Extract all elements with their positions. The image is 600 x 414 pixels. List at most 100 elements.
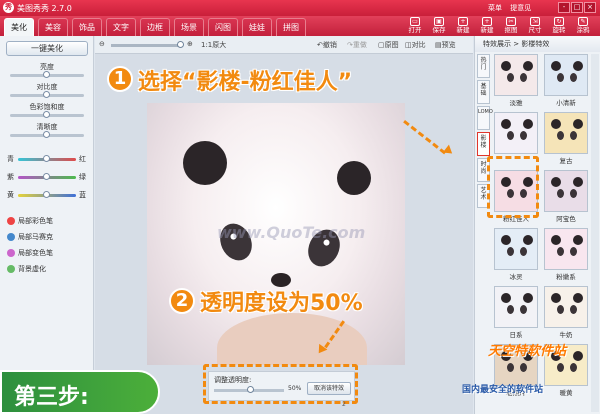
redo-button[interactable]: ↷重做: [347, 40, 367, 50]
effect-thumb[interactable]: 阿宝色: [543, 170, 589, 223]
save-button[interactable]: ▣ 保存: [428, 17, 450, 36]
purple-green-slider[interactable]: [18, 173, 76, 180]
close-button[interactable]: ×: [584, 2, 596, 13]
slider-knob[interactable]: [43, 71, 50, 78]
effect-thumb[interactable]: 复古: [543, 112, 589, 165]
resize-button[interactable]: ⇲ 尺寸: [524, 17, 546, 36]
panda-ear: [501, 235, 511, 245]
new-label: 新建: [480, 26, 494, 34]
highlight-opacity-bar: [203, 364, 358, 404]
tab-text[interactable]: 文字: [106, 18, 136, 36]
effect-thumb-image: [544, 286, 588, 328]
one-click-beautify-button[interactable]: 一键美化: [6, 41, 88, 56]
zoom-out-icon[interactable]: ⊖: [99, 40, 105, 48]
doodle-button[interactable]: ✎ 涂鸦: [572, 17, 594, 36]
partial-color-pen[interactable]: 局部彩色笔: [7, 216, 53, 226]
slider-knob[interactable]: [43, 131, 50, 138]
zoom-slider[interactable]: [111, 41, 184, 48]
zoom-toolbar: ⊖ ⊕ 1:1原大 ↶撤销 ↷重做 ▢原图 ◫对比 ▤预览: [95, 36, 473, 54]
tab-beautify[interactable]: 美化: [4, 18, 34, 36]
new-button[interactable]: + 新建: [452, 17, 474, 36]
panda-eye-patch: [570, 131, 577, 140]
slider-knob[interactable]: [43, 111, 50, 118]
new-icon: +: [458, 17, 468, 26]
effect-thumb-image: [544, 54, 588, 96]
brush-label: 局部变色笔: [18, 249, 53, 257]
step1-instruction: 选择“影楼-粉红佳人”: [138, 70, 353, 95]
panda-ear: [551, 235, 561, 245]
effect-thumb[interactable]: 日系: [493, 286, 539, 339]
cyan-red-slider[interactable]: [18, 155, 76, 162]
left-panel: 一键美化 亮度 对比度 色彩饱和度 清晰度 青 红 紫 绿 黄 蓝 局部彩色笔 …: [0, 36, 94, 414]
rotate-button[interactable]: ↻ 旋转: [548, 17, 570, 36]
panda-ear: [501, 61, 511, 71]
background-blur[interactable]: 背景虚化: [7, 264, 46, 274]
tab-flash[interactable]: 闪图: [208, 18, 238, 36]
menu-link[interactable]: 菜单: [488, 4, 502, 12]
original-button[interactable]: ▢原图: [378, 40, 399, 50]
panda-ear: [523, 235, 533, 245]
credit-mark: 2: [342, 401, 346, 408]
contrast-slider[interactable]: [10, 91, 84, 98]
app-logo-icon: 秀: [3, 2, 14, 13]
panda-eye-patch: [557, 131, 564, 140]
green-label: 绿: [79, 173, 86, 181]
feedback-link[interactable]: 提意见: [510, 4, 531, 12]
effect-thumb-image: [494, 54, 538, 96]
vtab-lomo[interactable]: LOMO: [477, 106, 493, 130]
effect-thumb[interactable]: 淡雅: [493, 54, 539, 107]
effect-thumb[interactable]: 牛奶: [543, 286, 589, 339]
tab-scene[interactable]: 场景: [174, 18, 204, 36]
doodle-label: 涂鸦: [576, 26, 590, 34]
slider-knob[interactable]: [43, 191, 50, 198]
panda-eye-patch: [557, 247, 564, 256]
slider-knob[interactable]: [43, 173, 50, 180]
compare-button[interactable]: ◫对比: [405, 40, 426, 50]
effect-thumb[interactable]: 小清新: [543, 54, 589, 107]
preview-label: 预览: [441, 41, 456, 49]
brightness-slider[interactable]: [10, 71, 84, 78]
effect-label: 牛奶: [559, 331, 573, 339]
effect-thumb-image: [544, 112, 588, 154]
effect-thumb[interactable]: 冰灵: [493, 228, 539, 281]
tab-frame[interactable]: 边框: [140, 18, 170, 36]
zoom-text[interactable]: 1:1原大: [201, 40, 226, 50]
effect-thumb[interactable]: 粉嫩系: [543, 228, 589, 281]
open-button[interactable]: ▭ 打开: [404, 17, 426, 36]
panda-eye-patch: [507, 305, 514, 314]
partial-recolor-pen[interactable]: 局部变色笔: [7, 248, 53, 258]
yellow-blue-slider[interactable]: [18, 191, 76, 198]
partial-mosaic[interactable]: 局部马赛克: [7, 232, 53, 242]
panda-ear: [573, 235, 583, 245]
scrollbar[interactable]: [591, 54, 599, 412]
minimize-button[interactable]: -: [558, 2, 570, 13]
effect-thumb-image: [494, 112, 538, 154]
tab-collage[interactable]: 拼图: [276, 18, 306, 36]
recolor-pen-icon: [7, 249, 15, 257]
vtab-hot[interactable]: 热门: [477, 54, 490, 78]
red-label: 红: [79, 155, 86, 163]
saturation-slider[interactable]: [10, 111, 84, 118]
undo-button[interactable]: ↶撤销: [317, 40, 337, 50]
sharpness-slider[interactable]: [10, 131, 84, 138]
cutout-button[interactable]: ✂ 抠图: [500, 17, 522, 36]
panda-eye-patch: [557, 363, 564, 372]
brush-icon: ✎: [578, 17, 588, 26]
new-button-2[interactable]: + 新建: [476, 17, 498, 36]
zoom-in-icon[interactable]: ⊕: [187, 40, 193, 48]
tab-accessories[interactable]: 饰品: [72, 18, 102, 36]
panda-eye-patch: [570, 73, 577, 82]
zoom-knob[interactable]: [177, 41, 184, 48]
tab-doll[interactable]: 娃娃: [242, 18, 272, 36]
vtab-basic[interactable]: 基础: [477, 80, 490, 104]
tab-beauty[interactable]: 美容: [38, 18, 68, 36]
panda-eye-patch: [520, 247, 527, 256]
maximize-button[interactable]: □: [571, 2, 583, 13]
preview-button[interactable]: ▤预览: [435, 40, 456, 50]
slider-knob[interactable]: [43, 155, 50, 162]
vtab-studio[interactable]: 影楼: [477, 132, 490, 156]
effect-label: 日系: [509, 331, 523, 339]
slider-knob[interactable]: [43, 91, 50, 98]
step-banner-text: 第三步:: [14, 385, 89, 410]
rotate-icon: ↻: [554, 17, 564, 26]
